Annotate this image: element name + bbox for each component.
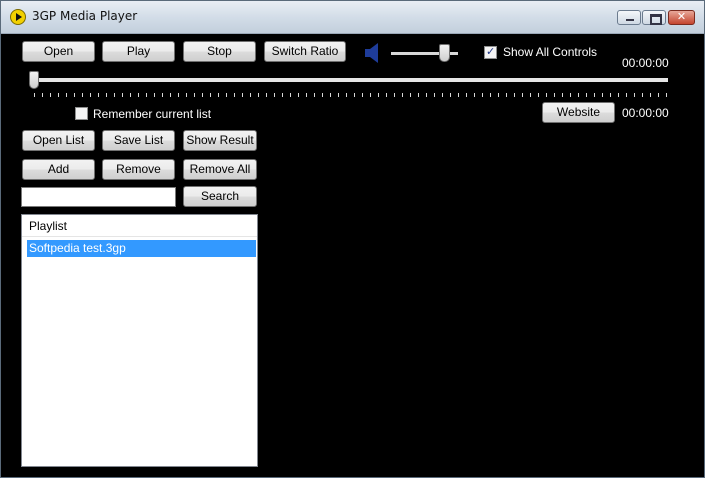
- play-button[interactable]: Play: [102, 41, 175, 62]
- remember-list-label: Remember current list: [93, 107, 212, 121]
- search-button[interactable]: Search: [183, 186, 257, 207]
- show-result-button[interactable]: Show Result: [183, 130, 257, 151]
- playlist-panel[interactable]: Playlist Softpedia test.3gp: [21, 214, 258, 467]
- maximize-icon: [650, 14, 662, 25]
- add-button[interactable]: Add: [22, 159, 95, 180]
- seek-bar-ticks: [34, 93, 668, 97]
- main-window: 3GP Media Player ✕ Open Play Stop Switch…: [0, 0, 705, 478]
- playlist-header[interactable]: Playlist: [22, 215, 257, 237]
- play-disc-icon: [10, 9, 26, 25]
- remember-list-checkbox[interactable]: [75, 107, 88, 120]
- maximize-button[interactable]: [642, 10, 666, 25]
- playlist-item[interactable]: Softpedia test.3gp: [27, 240, 256, 257]
- website-button[interactable]: Website: [542, 102, 615, 123]
- seek-bar-track[interactable]: [34, 78, 668, 82]
- window-title: 3GP Media Player: [32, 9, 138, 23]
- show-all-controls-checkbox[interactable]: [484, 45, 497, 59]
- switch-ratio-button[interactable]: Switch Ratio: [264, 41, 346, 62]
- title-bar[interactable]: 3GP Media Player ✕: [1, 1, 704, 34]
- stop-button[interactable]: Stop: [183, 41, 256, 62]
- minimize-button[interactable]: [617, 10, 641, 25]
- volume-slider-thumb[interactable]: [439, 44, 451, 62]
- minimize-icon: [626, 19, 634, 21]
- remove-all-button[interactable]: Remove All: [183, 159, 257, 180]
- close-button[interactable]: ✕: [668, 10, 695, 25]
- elapsed-time: 00:00:00: [622, 56, 669, 70]
- close-icon: ✕: [676, 10, 687, 23]
- open-list-button[interactable]: Open List: [22, 130, 95, 151]
- speaker-icon[interactable]: [365, 43, 379, 63]
- search-input[interactable]: [21, 187, 176, 207]
- total-time: 00:00:00: [622, 106, 669, 120]
- seek-bar-thumb[interactable]: [29, 71, 39, 89]
- save-list-button[interactable]: Save List: [102, 130, 175, 151]
- remove-button[interactable]: Remove: [102, 159, 175, 180]
- show-all-controls-label: Show All Controls: [503, 45, 598, 59]
- open-button[interactable]: Open: [22, 41, 95, 62]
